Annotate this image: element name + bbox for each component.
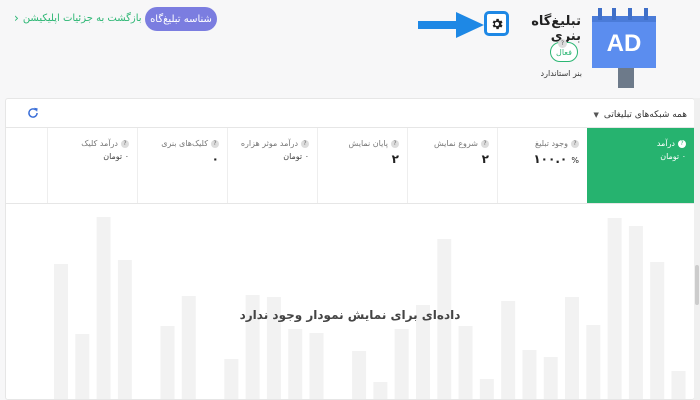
stat-ecpm[interactable]: ? درآمد موثر هزاره ۰ تومان <box>227 128 317 203</box>
stat-banner-clicks[interactable]: ? کلیک‌های بنری ۰ <box>137 128 227 203</box>
page-header: بازگشت به جزئیات اپلیکیشن ‹ شناسه تبلیغ‌… <box>0 0 700 96</box>
placeholder-bar <box>458 326 473 399</box>
stats-row: ? درآمد ۰ تومان ? وجود تبلیغ % ۱۰۰.۰ ? شروع… <box>6 127 694 204</box>
placeholder-bar <box>586 325 601 399</box>
arrow-right-icon <box>418 12 484 38</box>
help-icon[interactable]: ? <box>678 140 686 148</box>
placeholder-bar <box>394 329 409 399</box>
help-icon[interactable]: ? <box>121 140 129 148</box>
help-icon[interactable]: ? <box>301 140 309 148</box>
stat-unit: تومان <box>283 152 303 161</box>
stat-show-end[interactable]: ? پایان نمایش ۲ <box>317 128 407 203</box>
stat-label: درآمد <box>656 139 675 148</box>
stat-value: ۰ <box>124 152 129 161</box>
stat-unit: تومان <box>103 152 123 161</box>
placeholder-bar <box>522 350 537 399</box>
stat-value: ۰ <box>304 152 309 161</box>
back-to-app-details-link[interactable]: بازگشت به جزئیات اپلیکیشن ‹ <box>14 12 142 24</box>
stat-label: کلیک‌های بنری <box>161 139 208 148</box>
stat-show-start[interactable]: ? شروع نمایش ۲ <box>407 128 497 203</box>
placeholder-bar <box>650 262 665 399</box>
ad-banner-icon: AD <box>592 8 656 88</box>
stats-card: همه شبکه‌های تبلیغاتی ▼ ? درآمد ۰ تومان ?… <box>5 98 695 400</box>
caret-down-icon: ▼ <box>593 111 599 119</box>
status-help-icon[interactable]: ? <box>558 39 567 48</box>
help-icon[interactable]: ? <box>481 140 489 148</box>
status-label: فعال <box>556 47 572 57</box>
stat-revenue[interactable]: ? درآمد ۰ تومان <box>587 128 694 203</box>
help-icon[interactable]: ? <box>211 140 219 148</box>
placeholder-bar <box>543 357 558 399</box>
ad-icon-text: AD <box>607 30 642 57</box>
page-title: تبلیغ‌گاه بنری <box>531 14 581 44</box>
network-filter-select[interactable]: همه شبکه‌های تبلیغاتی ▼ <box>561 107 687 123</box>
stat-label: پایان نمایش <box>348 139 388 148</box>
placeholder-bar <box>224 359 239 399</box>
stat-label: درآمد کلیک <box>81 139 118 148</box>
stat-unit: تومان <box>660 152 680 161</box>
stat-label: درآمد موثر هزاره <box>240 139 298 148</box>
gear-icon <box>492 18 503 29</box>
placement-id-button[interactable]: شناسه تبلیغ‌گاه <box>145 7 217 31</box>
stats-spacer <box>6 128 47 203</box>
chart-empty-message: داده‌ای برای نمایش نمودار وجود ندارد <box>239 308 461 322</box>
stat-value: ۰ <box>211 152 219 166</box>
placeholder-bar <box>671 371 686 399</box>
stat-value: ۰ <box>681 152 686 161</box>
placeholder-bar <box>160 326 175 399</box>
stat-value: ۱۰۰.۰ <box>533 152 568 166</box>
stat-click-revenue[interactable]: ? درآمد کلیک ۰ تومان <box>47 128 137 203</box>
stat-value: ۲ <box>481 152 489 166</box>
placeholder-bars <box>54 217 686 399</box>
placeholder-bar <box>309 333 324 399</box>
placeholder-bar <box>117 260 132 399</box>
network-filter-value: همه شبکه‌های تبلیغاتی <box>603 110 687 120</box>
placeholder-bar <box>288 329 303 399</box>
chart-area: داده‌ای برای نمایش نمودار وجود ندارد <box>6 205 694 399</box>
scrollbar-track[interactable] <box>694 98 700 400</box>
placement-type-label: بنر استاندارد <box>540 69 582 78</box>
stat-value: ۲ <box>391 152 399 166</box>
placeholder-bar <box>352 351 367 399</box>
placeholder-bar <box>373 382 388 399</box>
refresh-icon[interactable] <box>26 106 40 120</box>
stat-label: شروع نمایش <box>433 139 478 148</box>
placeholder-bar <box>54 264 68 399</box>
stat-label: وجود تبلیغ <box>534 139 568 148</box>
placeholder-bar <box>479 379 494 399</box>
chevron-left-icon: ‹ <box>14 11 19 25</box>
back-link-label: بازگشت به جزئیات اپلیکیشن <box>22 12 142 24</box>
placeholder-bar <box>75 334 90 399</box>
scrollbar-thumb[interactable] <box>695 265 699 305</box>
placement-id-label: شناسه تبلیغ‌گاه <box>150 13 212 25</box>
stat-unit: % <box>571 156 579 165</box>
help-icon[interactable]: ? <box>571 140 579 148</box>
help-icon[interactable]: ? <box>391 140 399 148</box>
stat-fill-rate[interactable]: ? وجود تبلیغ % ۱۰۰.۰ <box>497 128 587 203</box>
settings-gear-button[interactable] <box>484 11 509 36</box>
